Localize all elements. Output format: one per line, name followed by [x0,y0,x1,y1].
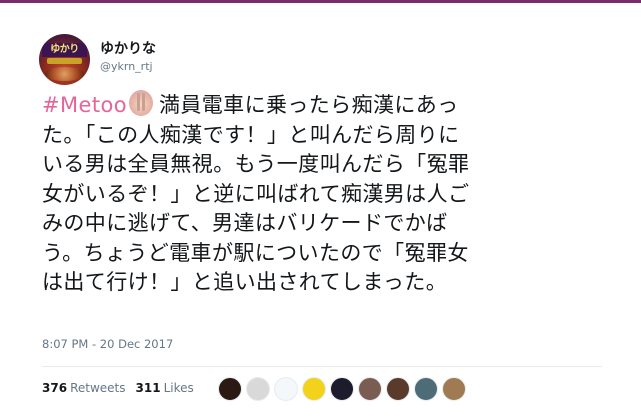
user-handle[interactable]: @ykrn_rtj [100,60,153,73]
hashtag-link[interactable]: #Metoo [42,93,127,117]
display-name[interactable]: ゆかりな [100,38,156,58]
avatar-logo-text: ゆかり [42,43,87,57]
liker-avatar[interactable] [442,377,466,401]
tweet-line: 満員電車に乗ったら痴漢にあっ [158,93,459,117]
liker-avatar[interactable] [302,377,326,401]
tweet-line: みの中に逃げて、男達はバリケードでかば [42,211,448,235]
profile-avatar[interactable]: ゆかり [39,34,90,85]
liker-avatar[interactable] [330,377,354,401]
retweets-count: 376 [42,381,68,395]
liker-avatar[interactable] [218,377,242,401]
liker-avatar[interactable] [358,377,382,401]
tweet-line: う。ちょうど電車が駅についたので「冤罪女 [42,240,469,265]
tweet-line: は出て行け！」と追い出されてしまった。 [42,270,448,294]
tweet-text: #Metoo 満員電車に乗ったら痴漢にあっ た。「この人痴漢です！」と叫んだら周り… [42,90,602,298]
avatar-decoration [47,58,82,64]
tweet-stats: 376 Retweets 311 Likes [42,381,194,395]
liker-avatar[interactable] [386,377,410,401]
top-bar [0,0,641,3]
likes-stat[interactable]: 311 Likes [136,381,194,395]
tweet-line: た。「この人痴漢です！」と叫んだら周りに [42,122,460,147]
liker-avatars [218,377,470,401]
tweet-line: いる男は全員無視。もう一度叫んだら「冤罪 [42,152,470,176]
liker-avatar[interactable] [274,377,298,401]
retweets-stat[interactable]: 376 Retweets [42,381,126,395]
raised-hand-emoji-icon [128,90,153,116]
liker-avatar[interactable] [414,377,438,401]
likes-count: 311 [135,381,161,395]
likes-label: Likes [163,381,194,395]
liker-avatar[interactable] [246,377,270,401]
tweet-timestamp[interactable]: 8:07 PM - 20 Dec 2017 [42,337,173,351]
tweet-line: 女がいるぞ！」と逆に叫ばれて痴漢男は人ご [42,181,470,206]
divider [42,366,602,367]
retweets-label: Retweets [70,381,126,395]
avatar-food-image [45,67,84,81]
